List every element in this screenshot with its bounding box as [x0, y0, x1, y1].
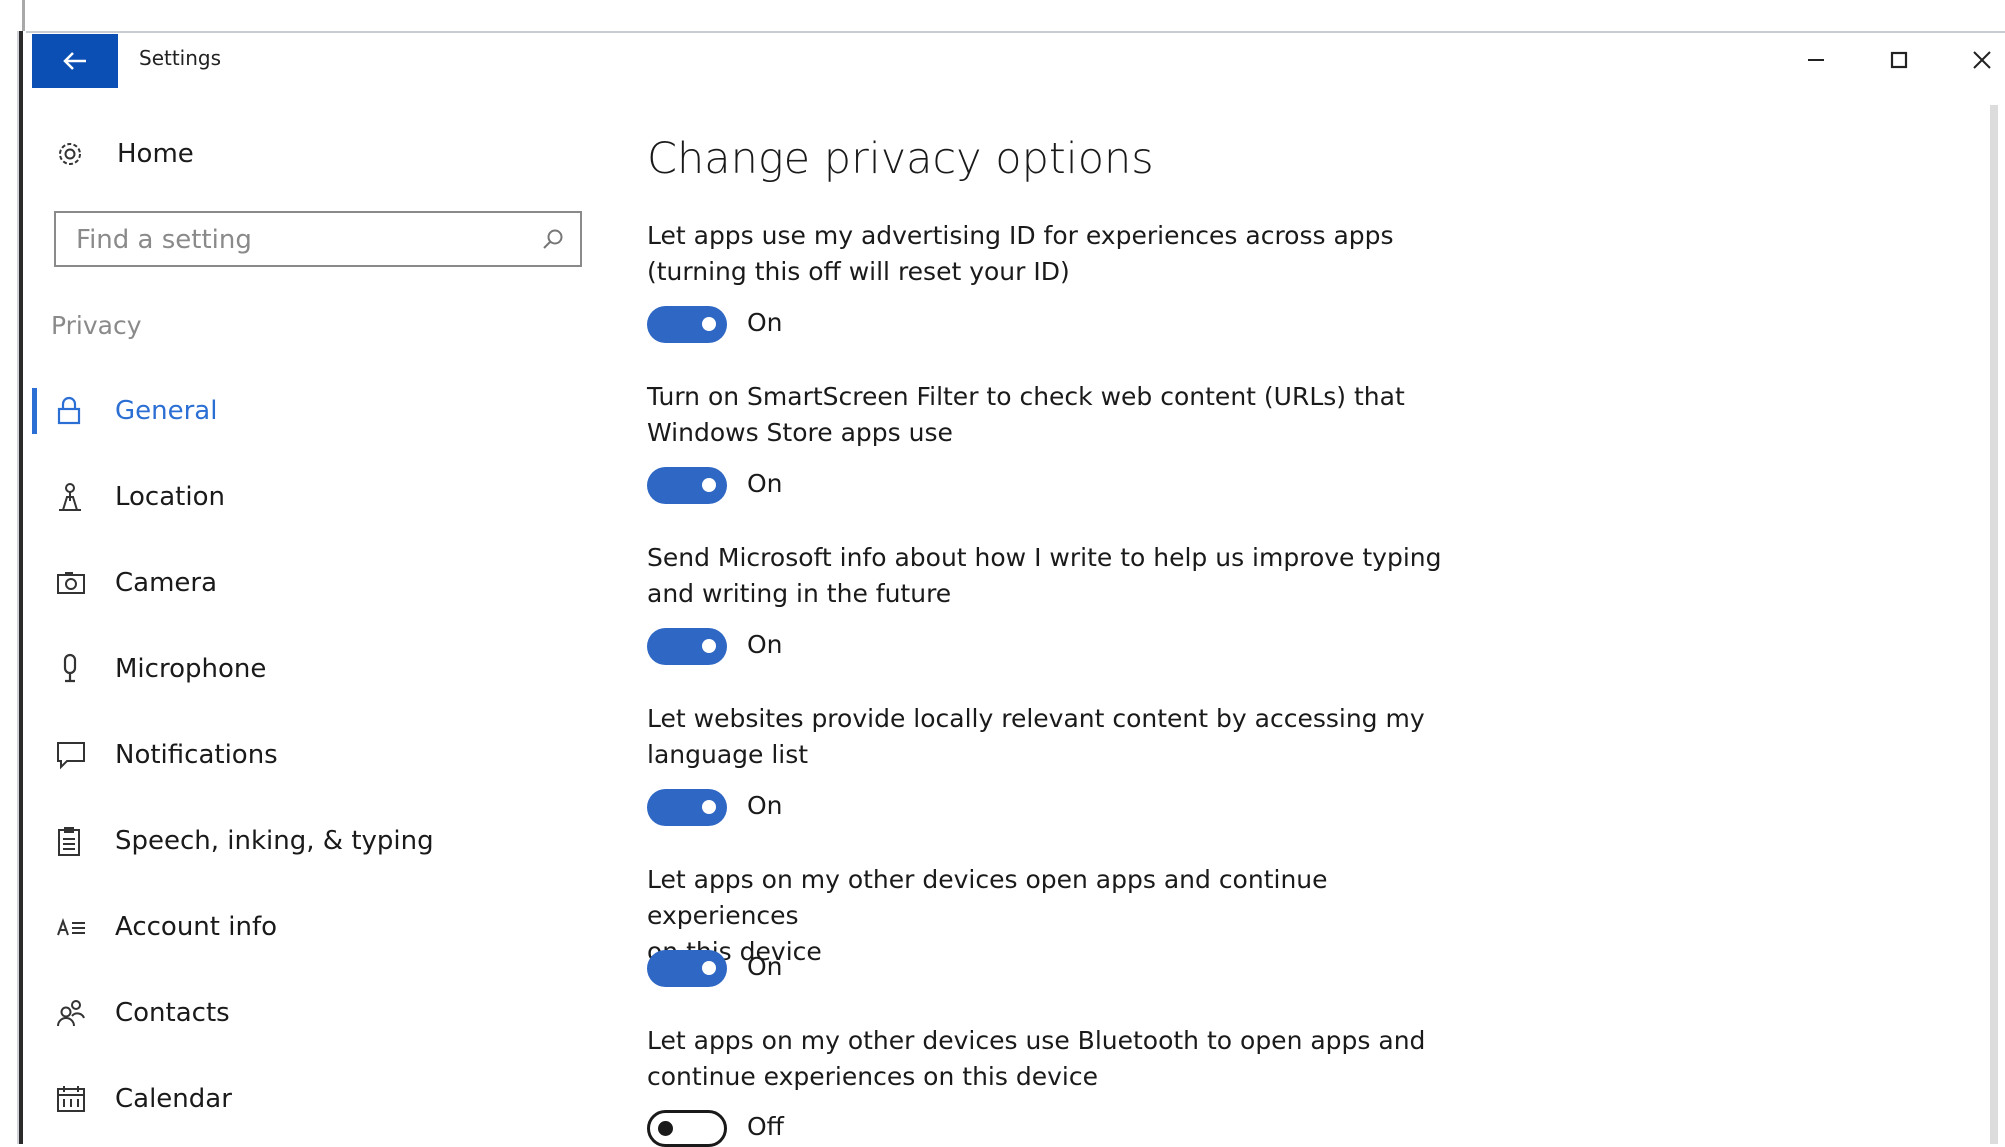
sidebar-item-label: Speech, inking, & typing [115, 826, 434, 856]
section-label: Privacy [51, 311, 142, 340]
typing-info-toggle[interactable] [647, 628, 727, 665]
option-description: Send Microsoft info about how I write to… [647, 540, 1467, 612]
close-icon [1973, 51, 1991, 69]
toggle-state-label: On [747, 791, 783, 820]
back-arrow-icon [63, 52, 86, 70]
home-nav-item[interactable]: Home [55, 129, 194, 179]
sidebar-item-label: Notifications [115, 740, 278, 770]
sidebar-item-notifications[interactable]: Notifications [55, 730, 278, 780]
lock-icon [57, 396, 81, 425]
page-title: Change privacy options [647, 134, 1154, 184]
window-left-border [17, 31, 26, 1144]
option-line: Windows Store apps use [647, 418, 953, 447]
gear-icon [59, 143, 81, 165]
option-description: Let websites provide locally relevant co… [647, 701, 1467, 773]
option-description: Let apps use my advertising ID for exper… [647, 218, 1467, 290]
minimize-icon [1808, 59, 1824, 61]
option-line: Let websites provide locally relevant co… [647, 704, 1425, 733]
sidebar-item-location[interactable]: Location [55, 472, 225, 522]
option-line: Send Microsoft info about how I write to… [647, 543, 1442, 572]
sidebar-item-label: Camera [115, 568, 218, 598]
sidebar-item-label: General [115, 396, 218, 426]
toggle-state-label: Off [747, 1112, 784, 1141]
window-top-border [22, 31, 2005, 33]
active-indicator [32, 388, 37, 434]
sidebar-item-label: Microphone [115, 654, 267, 684]
desktop-strip [0, 0, 2005, 32]
location-icon [59, 483, 81, 511]
sidebar-item-speech[interactable]: Speech, inking, & typing [55, 816, 434, 866]
option-description: Let apps on my other devices use Bluetoo… [647, 1023, 1467, 1095]
clipboard-icon [58, 827, 80, 856]
account-info-icon [57, 918, 85, 936]
toggle-state-label: On [747, 952, 783, 981]
advertising-id-toggle[interactable] [647, 306, 727, 343]
option-line: (turning this off will reset your ID) [647, 257, 1070, 286]
camera-icon [57, 572, 85, 594]
sidebar-item-account-info[interactable]: Account info [55, 902, 277, 952]
back-button[interactable] [32, 34, 118, 88]
bluetooth-devices-toggle[interactable] [647, 1110, 727, 1147]
toggle-state-label: On [747, 469, 783, 498]
toggle-knob [702, 478, 716, 492]
option-line: Let apps on my other devices open apps a… [647, 865, 1328, 930]
toggle-state-label: On [747, 630, 783, 659]
notification-icon [57, 742, 85, 770]
option-line: Turn on SmartScreen Filter to check web … [647, 382, 1405, 411]
option-line: and writing in the future [647, 579, 952, 608]
sidebar-item-general[interactable]: General [55, 386, 217, 436]
toggle-knob [702, 317, 716, 331]
option-line: language list [647, 740, 809, 769]
calendar-icon [57, 1086, 85, 1112]
sidebar-item-calendar[interactable]: Calendar [55, 1074, 232, 1124]
option-description: Turn on SmartScreen Filter to check web … [647, 379, 1467, 451]
sidebar-item-contacts[interactable]: Contacts [55, 988, 230, 1038]
sidebar-item-camera[interactable]: Camera [55, 558, 217, 608]
sidebar-item-microphone[interactable]: Microphone [55, 644, 266, 694]
toggle-state-label: On [747, 308, 783, 337]
language-list-toggle[interactable] [647, 789, 727, 826]
search-placeholder: Find a setting [76, 225, 252, 255]
toggle-knob [702, 961, 716, 975]
option-line: Let apps on my other devices use Bluetoo… [647, 1026, 1426, 1055]
sidebar-item-label: Calendar [115, 1084, 232, 1114]
option-line: continue experiences on this device [647, 1062, 1098, 1091]
search-icon [543, 229, 563, 249]
toggle-knob [658, 1121, 673, 1136]
sidebar-item-label: Location [115, 482, 225, 512]
home-label: Home [117, 139, 194, 169]
microphone-icon [63, 653, 77, 683]
contacts-icon [57, 1000, 85, 1027]
toggle-knob [702, 639, 716, 653]
maximize-button[interactable] [1869, 40, 1929, 80]
toggle-knob [702, 800, 716, 814]
sidebar-item-label: Contacts [115, 998, 230, 1028]
search-input[interactable]: Find a setting [54, 211, 582, 267]
window-title: Settings [139, 46, 222, 70]
close-button[interactable] [1952, 40, 2005, 80]
smartscreen-toggle[interactable] [647, 467, 727, 504]
minimize-button[interactable] [1786, 40, 1846, 80]
option-line: Let apps use my advertising ID for exper… [647, 221, 1394, 250]
maximize-icon [1890, 51, 1908, 69]
sidebar-item-label: Account info [115, 912, 278, 942]
other-devices-toggle[interactable] [647, 950, 727, 987]
scrollbar[interactable] [1990, 105, 1998, 1144]
